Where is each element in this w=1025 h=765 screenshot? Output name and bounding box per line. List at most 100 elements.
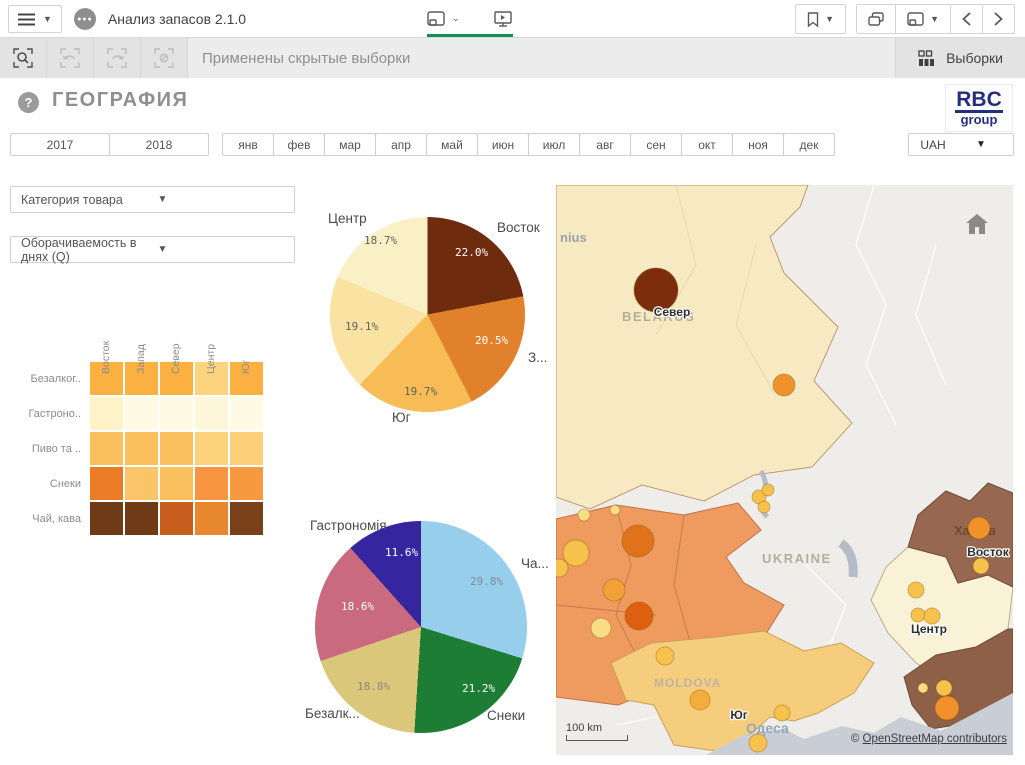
year-button-2017[interactable]: 2017 <box>10 133 110 156</box>
sheet-list-button[interactable]: ▼ <box>895 5 950 33</box>
pie-value-label: 19.1% <box>345 320 378 333</box>
hm-cell-2-1[interactable] <box>124 431 159 466</box>
step-forward-icon <box>107 48 127 68</box>
map-home-button[interactable] <box>965 213 989 235</box>
month-button-дек[interactable]: дек <box>783 133 835 156</box>
heatmap-column-label: Восток <box>89 326 124 374</box>
story-monitor-icon <box>494 11 512 27</box>
map-bubble[interactable] <box>610 505 620 515</box>
pie-value-label: 21.2% <box>462 682 495 695</box>
month-filter-group: янвфевмарапрмайиюниюлавгсеноктноядек <box>222 133 835 156</box>
hm-cell-2-2[interactable] <box>159 431 194 466</box>
map-bubble[interactable] <box>911 608 925 622</box>
hm-cell-2-4[interactable] <box>229 431 264 466</box>
help-button[interactable]: ? <box>18 92 39 113</box>
previous-sheet-button[interactable] <box>950 5 982 33</box>
map-bubble[interactable] <box>690 690 710 710</box>
map-label-nius: nius <box>560 230 587 245</box>
month-button-авг[interactable]: авг <box>579 133 631 156</box>
hm-cell-4-0[interactable] <box>89 501 124 536</box>
geo-map[interactable]: niusBELARUSUKRAINEMOLDOVAОдесаХарків Сев… <box>556 185 1013 755</box>
turnover-dropdown[interactable]: Оборачиваемость в днях (Q) ▼ <box>10 236 295 263</box>
selections-grid-icon <box>918 50 936 66</box>
sheets-icon <box>427 11 445 26</box>
pie-value-label: 18.7% <box>364 234 397 247</box>
map-bubble[interactable] <box>935 696 959 720</box>
month-button-янв[interactable]: янв <box>222 133 274 156</box>
month-button-мар[interactable]: мар <box>324 133 376 156</box>
logo-line1: RBC <box>955 89 1003 113</box>
map-bubble[interactable] <box>968 517 990 539</box>
map-bubble[interactable] <box>622 525 654 557</box>
hm-cell-4-2[interactable] <box>159 501 194 536</box>
selections-tool-button[interactable]: Выборки <box>895 38 1025 78</box>
hm-cell-4-4[interactable] <box>229 501 264 536</box>
map-bubble[interactable] <box>656 647 674 665</box>
hm-cell-3-4[interactable] <box>229 466 264 501</box>
map-label-центр: Центр <box>911 622 947 636</box>
chevron-down-icon: ▼ <box>957 139 1005 150</box>
duplicate-sheet-button[interactable] <box>857 5 895 33</box>
currency-select[interactable]: UAH ▼ <box>908 133 1014 156</box>
storytelling-button[interactable] <box>494 11 512 27</box>
hm-cell-2-0[interactable] <box>89 431 124 466</box>
map-bubble[interactable] <box>578 509 590 521</box>
hm-cell-3-3[interactable] <box>194 466 229 501</box>
hm-cell-2-3[interactable] <box>194 431 229 466</box>
heatmap-chart[interactable]: ВостокЗападСеверЦентрЮгБезалког..Гастрон… <box>25 326 264 536</box>
map-bubble[interactable] <box>918 683 928 693</box>
hm-cell-1-4[interactable] <box>229 396 264 431</box>
map-bubble[interactable] <box>774 705 790 721</box>
category-dropdown[interactable]: Категория товара ▼ <box>10 186 295 213</box>
map-bubble[interactable] <box>591 618 611 638</box>
main-menu-button[interactable]: ▼ <box>8 5 62 33</box>
heatmap-column-label: Запад <box>124 326 159 374</box>
month-button-ноя[interactable]: ноя <box>732 133 784 156</box>
map-bubble[interactable] <box>762 484 774 496</box>
hm-cell-1-0[interactable] <box>89 396 124 431</box>
top-toolbar: ▼ ●●● Анализ запасов 2.1.0 ⌄ ▼ ▼ <box>0 0 1025 38</box>
map-bubble[interactable] <box>603 579 625 601</box>
hm-cell-1-3[interactable] <box>194 396 229 431</box>
map-bubble[interactable] <box>749 734 767 752</box>
map-bubble[interactable] <box>563 540 589 566</box>
map-bubble[interactable] <box>773 374 795 396</box>
year-button-2018[interactable]: 2018 <box>109 133 209 156</box>
month-button-окт[interactable]: окт <box>681 133 733 156</box>
smart-search-button[interactable] <box>0 38 47 78</box>
next-sheet-button[interactable] <box>982 5 1014 33</box>
dashboard-page: { "colors": { "accent_green": "#0f9054",… <box>0 0 1025 765</box>
pie-slice-label: Центр <box>328 211 367 226</box>
map-bubble[interactable] <box>625 602 653 630</box>
pie-value-label: 18.8% <box>357 680 390 693</box>
map-bubble[interactable] <box>936 680 952 696</box>
copyright-symbol: © <box>851 733 863 745</box>
selections-forward-button[interactable] <box>94 38 141 78</box>
month-button-апр[interactable]: апр <box>375 133 427 156</box>
sheet-selector-button[interactable]: ⌄ <box>427 11 460 26</box>
hm-cell-3-1[interactable] <box>124 466 159 501</box>
map-bubble[interactable] <box>973 558 989 574</box>
map-bubble[interactable] <box>758 501 770 513</box>
osm-attribution-link[interactable]: OpenStreetMap contributors <box>863 733 1007 745</box>
pie-slice-label: З... <box>528 350 547 365</box>
hm-cell-3-0[interactable] <box>89 466 124 501</box>
map-bubble[interactable] <box>908 582 924 598</box>
month-button-июл[interactable]: июл <box>528 133 580 156</box>
month-button-фев[interactable]: фев <box>273 133 325 156</box>
month-button-май[interactable]: май <box>426 133 478 156</box>
selections-back-button[interactable] <box>47 38 94 78</box>
pie-categories-circle[interactable] <box>315 521 527 733</box>
bookmarks-button[interactable]: ▼ <box>796 5 845 33</box>
hm-cell-3-2[interactable] <box>159 466 194 501</box>
pie-regions-circle[interactable] <box>330 217 525 412</box>
hm-cell-1-2[interactable] <box>159 396 194 431</box>
hm-cell-1-1[interactable] <box>124 396 159 431</box>
app-thumbnail-icon: ●●● <box>74 8 96 30</box>
map-label-юг: Юг <box>730 708 747 722</box>
clear-selections-button[interactable] <box>141 38 188 78</box>
hm-cell-4-1[interactable] <box>124 501 159 536</box>
hm-cell-4-3[interactable] <box>194 501 229 536</box>
month-button-июн[interactable]: июн <box>477 133 529 156</box>
month-button-сен[interactable]: сен <box>630 133 682 156</box>
